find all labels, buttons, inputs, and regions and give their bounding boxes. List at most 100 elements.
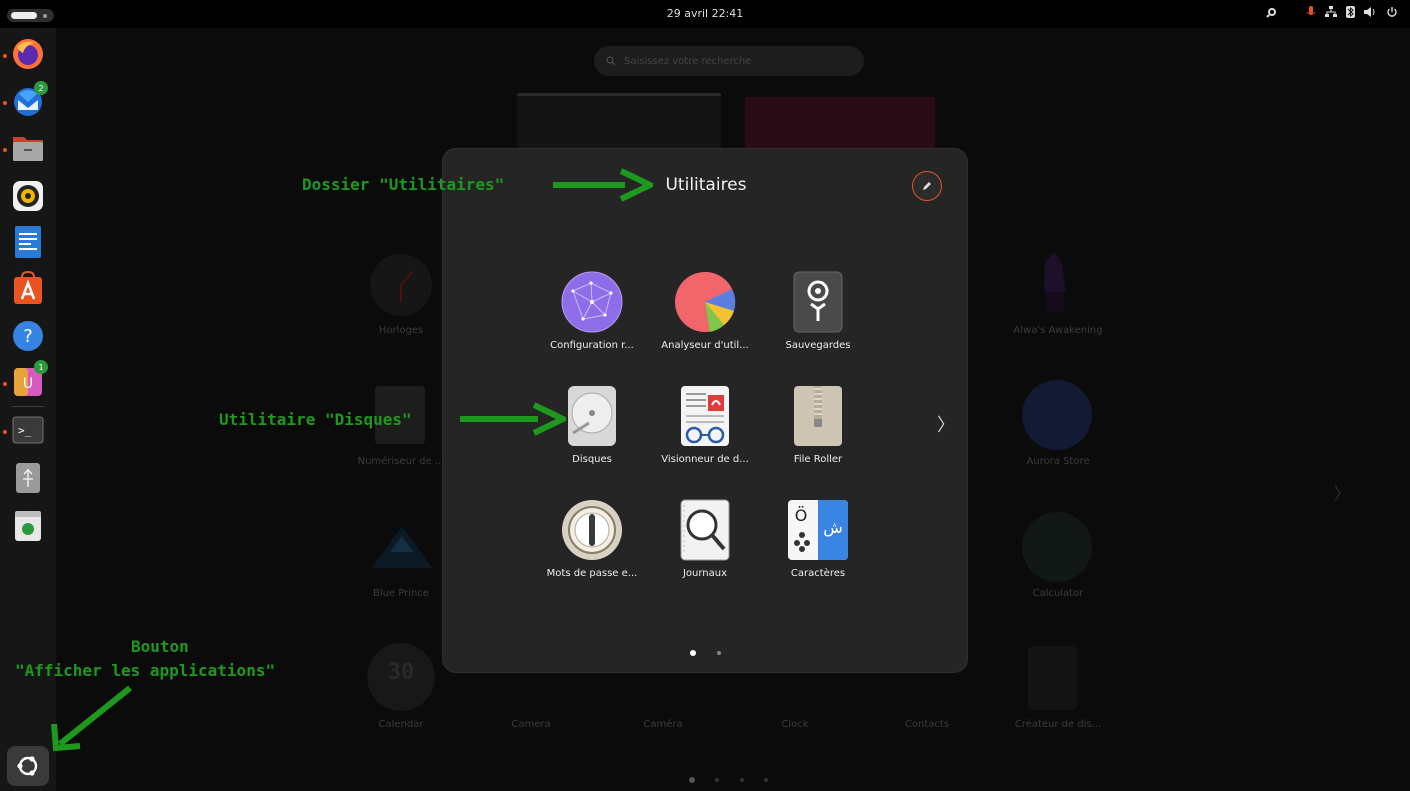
running-indicator bbox=[3, 382, 7, 386]
mic-icon[interactable] bbox=[1306, 6, 1316, 18]
svg-text:U: U bbox=[23, 376, 33, 392]
trash-icon bbox=[15, 511, 41, 541]
workspace-indicator-dot bbox=[43, 14, 47, 18]
firefox-icon bbox=[13, 39, 43, 69]
power-icon[interactable] bbox=[1386, 6, 1398, 18]
volume-icon[interactable] bbox=[1364, 6, 1377, 18]
annotation-folder-label: Dossier "Utilitaires" bbox=[302, 175, 505, 194]
app-visionneur[interactable]: Visionneur de d... bbox=[645, 385, 765, 495]
app-journaux[interactable]: Journaux bbox=[645, 499, 765, 609]
app-mots-de-passe[interactable]: Mots de passe e... bbox=[532, 499, 652, 609]
app-configuration-reseau[interactable]: Configuration r... bbox=[532, 271, 652, 381]
usb-creator-icon[interactable] bbox=[1028, 646, 1078, 710]
annotation-button-label-2: "Afficher les applications" bbox=[15, 661, 276, 680]
svg-text:?: ? bbox=[23, 326, 33, 347]
usb-drive-icon bbox=[16, 463, 40, 493]
annotation-arrow-down-left bbox=[51, 685, 132, 752]
page-dot[interactable] bbox=[764, 778, 768, 782]
dock-item-app-center[interactable] bbox=[10, 270, 46, 306]
dock-item-thunderbird[interactable]: 2 bbox=[10, 81, 48, 119]
annotation-button-label-1: Bouton bbox=[131, 637, 189, 656]
svg-text:>_: >_ bbox=[18, 424, 32, 437]
svg-text:ش: ش bbox=[823, 518, 843, 537]
rename-folder-button[interactable] bbox=[912, 171, 942, 201]
disk-usage-pie-icon bbox=[675, 272, 736, 332]
dock-item-rhythmbox[interactable] bbox=[10, 178, 46, 214]
app-label-aurora[interactable]: Aurora Store bbox=[1003, 456, 1113, 467]
archive-zipper-icon bbox=[794, 386, 842, 446]
dock-item-libreoffice-writer[interactable] bbox=[10, 224, 46, 260]
app-center-icon bbox=[14, 271, 42, 304]
folder-next-page-chevron-icon[interactable]: 〉 bbox=[937, 411, 955, 437]
backup-safe-icon bbox=[793, 271, 843, 333]
app-label-calculator[interactable]: Calculator bbox=[1003, 588, 1113, 599]
terminal-icon: >_ bbox=[12, 416, 44, 444]
app-analyseur[interactable]: Analyseur d'util... bbox=[645, 271, 765, 381]
dock-item-firefox[interactable] bbox=[10, 36, 46, 72]
app-label-camera-fr[interactable]: Caméra bbox=[608, 719, 718, 730]
mountain-icon bbox=[372, 526, 432, 568]
logs-magnifier-icon bbox=[680, 499, 730, 561]
search-field[interactable]: Saisissez votre recherche bbox=[594, 46, 864, 76]
ubuntu-logo-icon bbox=[17, 756, 38, 776]
workspace-thumbnail-2[interactable] bbox=[745, 97, 935, 149]
document-viewer-icon bbox=[681, 386, 729, 446]
app-label-alwa[interactable]: Alwa's Awakening bbox=[1003, 325, 1113, 336]
network-icon[interactable] bbox=[1325, 6, 1337, 18]
network-config-icon bbox=[561, 271, 623, 333]
app-label: Mots de passe e... bbox=[546, 568, 638, 579]
page-dot[interactable] bbox=[740, 778, 744, 782]
writer-document-icon bbox=[15, 226, 41, 258]
app-label-blue-prince[interactable]: Blue Prince bbox=[346, 588, 456, 599]
calculator-app-icon[interactable] bbox=[1022, 512, 1092, 582]
notification-badge: 1 bbox=[34, 360, 48, 374]
aurora-store-icon[interactable] bbox=[1022, 380, 1092, 450]
app-label-createur[interactable]: Créateur de dis... bbox=[1003, 719, 1113, 730]
folder-page-dot[interactable] bbox=[717, 651, 721, 655]
app-label: Configuration r... bbox=[550, 340, 634, 351]
app-sauvegardes[interactable]: Sauvegardes bbox=[758, 271, 878, 381]
dock-item-usb-drive[interactable] bbox=[10, 460, 46, 496]
app-label-numeriseur[interactable]: Numériseur de ... bbox=[346, 456, 456, 467]
date-time[interactable]: 29 avril 22:41 bbox=[667, 7, 744, 20]
help-icon: ? bbox=[13, 321, 43, 351]
app-label-horloges[interactable]: Horloges bbox=[346, 325, 456, 336]
app-label: Caractères bbox=[790, 568, 846, 579]
app-label-calendar[interactable]: Calendar bbox=[346, 719, 456, 730]
running-indicator bbox=[3, 54, 7, 58]
workspace-indicator-active bbox=[11, 12, 37, 19]
activities-button[interactable] bbox=[7, 9, 54, 22]
calendar-day-number: 30 bbox=[387, 660, 415, 685]
settings-icon[interactable] bbox=[1266, 6, 1278, 18]
dock-item-terminal[interactable]: >_ bbox=[10, 412, 46, 448]
app-caracteres[interactable]: Öش Caractères bbox=[758, 499, 878, 609]
system-tray[interactable] bbox=[1266, 6, 1398, 18]
app-label-contacts[interactable]: Contacts bbox=[872, 719, 982, 730]
folder-icon bbox=[13, 137, 43, 161]
app-label: Visionneur de d... bbox=[661, 454, 749, 465]
app-label-camera[interactable]: Camera bbox=[476, 719, 586, 730]
workspace-thumbnail-1[interactable] bbox=[517, 93, 721, 149]
dock-separator bbox=[12, 406, 44, 407]
show-applications-button[interactable] bbox=[7, 746, 49, 786]
page-dot-active[interactable] bbox=[689, 777, 695, 783]
page-dot[interactable] bbox=[715, 778, 719, 782]
folder-title[interactable]: Utilitaires bbox=[665, 175, 746, 195]
dock-item-trash[interactable] bbox=[10, 508, 46, 544]
app-label: Analyseur d'util... bbox=[661, 340, 749, 351]
dock-item-files[interactable] bbox=[10, 130, 46, 166]
folder-page-dot-active[interactable] bbox=[690, 650, 696, 656]
disks-icon bbox=[568, 386, 616, 446]
speaker-icon bbox=[13, 181, 43, 211]
dock-item-help[interactable]: ? bbox=[10, 318, 46, 354]
app-file-roller[interactable]: File Roller bbox=[758, 385, 878, 495]
top-bar: 29 avril 22:41 bbox=[0, 0, 1410, 28]
clock-hands-icon bbox=[400, 271, 413, 302]
bluetooth-icon[interactable] bbox=[1346, 6, 1355, 18]
next-page-chevron-icon[interactable]: 〉 bbox=[1334, 480, 1350, 504]
app-label-clock[interactable]: Clock bbox=[740, 719, 850, 730]
notification-badge: 2 bbox=[34, 81, 48, 95]
dock-item-unicode-app[interactable]: U 1 bbox=[10, 360, 48, 400]
running-indicator bbox=[3, 148, 7, 152]
annotation-arrow-right bbox=[460, 402, 566, 436]
